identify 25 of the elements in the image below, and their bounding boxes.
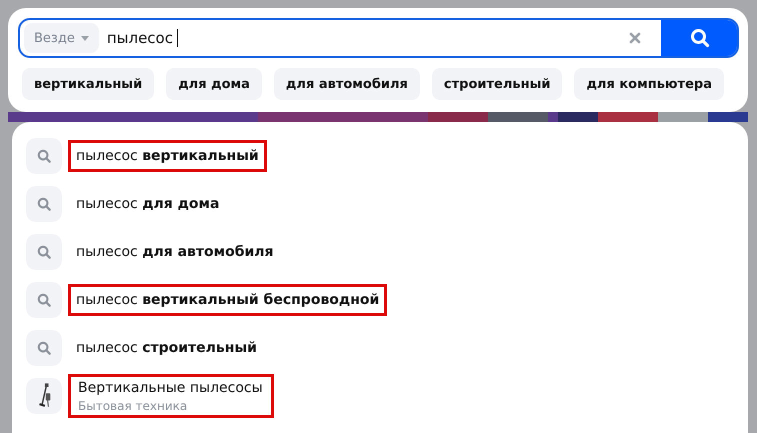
category-subtitle: Бытовая техника	[78, 399, 188, 413]
search-icon	[690, 28, 710, 48]
suggestion-item[interactable]: пылесос вертикальный беспроводной	[68, 284, 388, 316]
search-button[interactable]	[661, 20, 737, 56]
search-icon	[26, 282, 62, 318]
suggestion-item[interactable]: пылесос для дома	[68, 188, 228, 220]
search-icon	[26, 186, 62, 222]
search-icon	[26, 138, 62, 174]
caret-icon	[80, 36, 89, 40]
suggestion-chip[interactable]: для автомобиля	[274, 68, 420, 100]
suggestion-chip[interactable]: вертикальный	[22, 68, 154, 100]
search-icon	[26, 330, 62, 366]
suggestion-item[interactable]: пылесос строительный	[68, 332, 265, 364]
suggestion-item[interactable]: пылесос вертикальный	[68, 140, 267, 172]
suggestion-chip[interactable]: для дома	[166, 68, 262, 100]
suggestion-item[interactable]: пылесос для автомобиля	[68, 236, 282, 268]
suggestion-item[interactable]: Вертикальные пылесосы Бытовая техника	[68, 374, 274, 418]
category-title: Вертикальные пылесосы	[78, 380, 263, 396]
vacuum-icon	[26, 378, 62, 414]
suggestion-chip[interactable]: строительный	[432, 68, 562, 100]
search-text: пылесос	[106, 29, 173, 47]
search-field[interactable]: Везде пылесос	[18, 18, 739, 58]
suggestion-chip[interactable]: для компьютера	[574, 68, 724, 100]
close-icon[interactable]	[629, 32, 641, 44]
search-icon	[26, 234, 62, 270]
